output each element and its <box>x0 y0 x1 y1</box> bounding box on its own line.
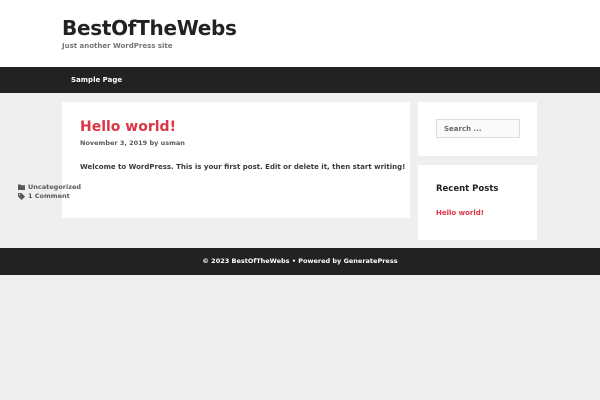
recent-post-link[interactable]: Hello world! <box>436 209 484 217</box>
search-widget <box>418 102 537 156</box>
recent-posts-title: Recent Posts <box>436 184 499 194</box>
footer-copyright: © 2023 BestOfTheWebs • Powered by <box>202 257 342 265</box>
nav-item-sample-page[interactable]: Sample Page <box>62 67 131 93</box>
post-date[interactable]: November 3, 2019 <box>80 139 147 147</box>
footer-powered-link[interactable]: GeneratePress <box>344 257 398 265</box>
search-input[interactable] <box>436 119 520 138</box>
post-by-label: by <box>149 139 159 147</box>
post-comments-link[interactable]: 1 Comment <box>28 192 70 200</box>
site-tagline: Just another WordPress site <box>62 42 173 50</box>
post-content: Welcome to WordPress. This is your first… <box>80 163 406 171</box>
tag-icon <box>18 192 26 200</box>
site-header: BestOfTheWebs Just another WordPress sit… <box>0 0 600 67</box>
post-category-link[interactable]: Uncategorized <box>28 183 81 191</box>
post-title[interactable]: Hello world! <box>80 119 176 135</box>
site-title[interactable]: BestOfTheWebs <box>62 16 237 40</box>
main-navigation: Sample Page <box>0 67 600 93</box>
post-comments-row: 1 Comment <box>18 192 70 200</box>
post-meta: November 3, 2019 by usman <box>80 139 185 147</box>
post-card: Hello world! November 3, 2019 by usman W… <box>62 102 410 218</box>
post-category-row: Uncategorized <box>18 183 81 191</box>
folder-icon <box>18 183 26 191</box>
recent-posts-widget: Recent Posts Hello world! <box>418 165 537 240</box>
post-author[interactable]: usman <box>161 139 185 147</box>
site-footer: © 2023 BestOfTheWebs • Powered by Genera… <box>0 248 600 275</box>
